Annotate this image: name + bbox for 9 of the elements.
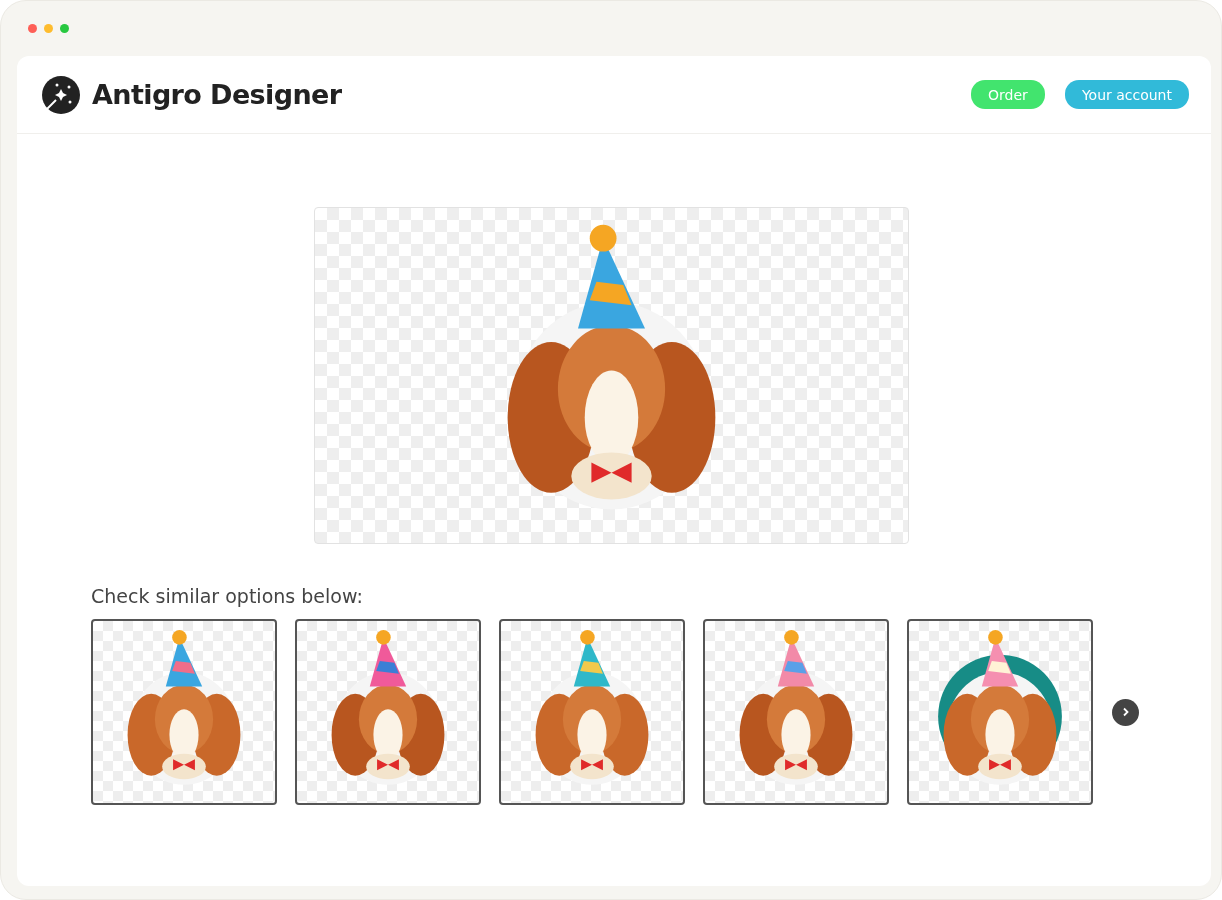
section-heading: Check similar options below:	[91, 585, 364, 607]
next-button[interactable]	[1112, 698, 1139, 726]
logo-icon	[42, 75, 80, 114]
maximize-dot[interactable]	[60, 24, 69, 33]
minimize-dot[interactable]	[44, 24, 53, 33]
close-dot[interactable]	[28, 24, 37, 33]
order-button[interactable]: Order	[971, 80, 1045, 109]
app-title: Antigro Designer	[92, 79, 342, 110]
account-button[interactable]: Your account	[1064, 80, 1189, 109]
